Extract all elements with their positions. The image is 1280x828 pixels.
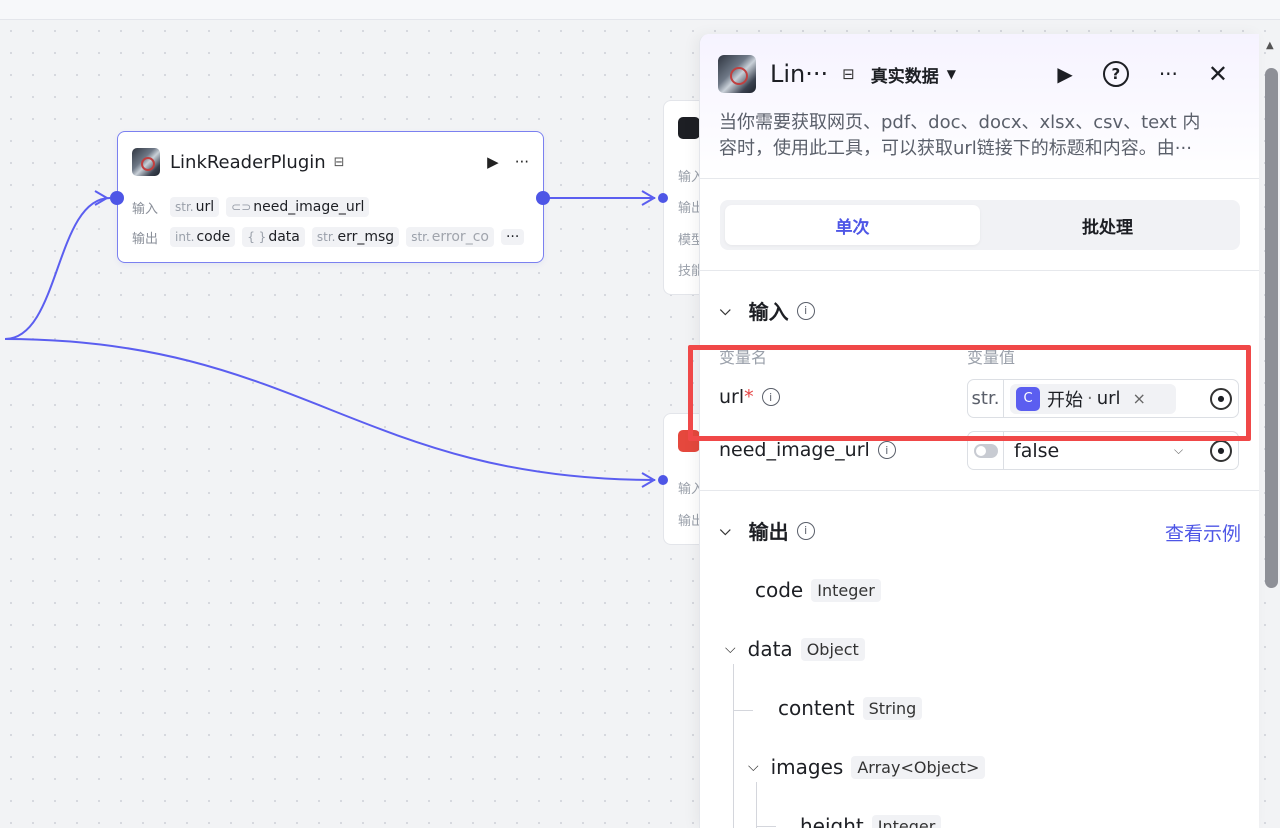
output-section-header[interactable]: ⌵ 输出 i [720, 516, 815, 545]
output-item: content String [778, 696, 923, 720]
output-tag-data: { } data [242, 227, 305, 247]
help-icon[interactable]: ? [1102, 61, 1129, 87]
variable-ref-icon[interactable]: ● [1210, 439, 1232, 462]
end-node-input-port[interactable] [658, 475, 668, 485]
input-section-header[interactable]: ⌵ 输入 i [720, 296, 815, 325]
field-need-image-url-label: need_image_url i [719, 439, 896, 461]
node-output-label: 输出 [132, 231, 159, 247]
info-icon: i [796, 301, 815, 320]
llm-node-input-port[interactable] [658, 193, 668, 203]
scroll-up-icon[interactable]: ▲ [1266, 40, 1274, 51]
chevron-down-icon: ⌵ [1174, 443, 1184, 457]
node-input-label: 输入 [132, 201, 159, 217]
output-tag-error-code: str. error_co [406, 227, 494, 247]
store-icon: ⊟ [333, 154, 345, 170]
llm-node-icon [678, 117, 700, 139]
output-item: height Integer [800, 814, 942, 828]
chevron-down-icon: ⌵ [725, 641, 736, 657]
panel-title: Lin··· [770, 60, 829, 88]
plugin-icon [718, 55, 756, 93]
data-mode-dropdown[interactable]: 真实数据 ▼ [871, 62, 956, 87]
output-tag-code: int. code [170, 227, 236, 247]
plugin-output-port[interactable] [536, 191, 550, 205]
plugin-input-port[interactable] [110, 191, 124, 205]
more-outputs-button[interactable]: ··· [500, 229, 525, 245]
output-item: code Integer [755, 578, 881, 602]
select-value: false [1014, 439, 1060, 462]
info-icon: i [877, 441, 896, 459]
more-icon[interactable]: ··· [1159, 62, 1178, 86]
input-tag-need-image-url: ⊂⊃ need_image_url [226, 197, 370, 217]
run-mode-tabs: 单次 批处理 [720, 200, 1240, 250]
view-example-link[interactable]: 查看示例 [1165, 519, 1241, 546]
panel-scrollbar[interactable] [1265, 68, 1278, 588]
edge-plugin-arrow-head [94, 190, 109, 206]
chevron-down-icon: ⌵ [748, 759, 759, 775]
plugin-node[interactable]: LinkReaderPlugin ⊟ ▶ ··· 输入 str. url ⊂⊃ ne… [117, 131, 544, 263]
output-item[interactable]: ⌵ data Object [725, 637, 865, 661]
info-icon: i [796, 521, 815, 540]
tab-batch[interactable]: 批处理 [980, 205, 1235, 245]
run-icon[interactable]: ▶ [487, 153, 499, 171]
edge-start-to-plugin [4, 197, 111, 340]
close-icon[interactable]: ✕ [1208, 60, 1228, 88]
output-tag-err-msg: str. err_msg [311, 227, 400, 247]
highlight-box [688, 345, 1251, 441]
tab-single[interactable]: 单次 [725, 205, 980, 245]
more-icon[interactable]: ··· [515, 153, 529, 171]
chevron-down-icon: ⌵ [720, 302, 731, 319]
edge-start-to-bottom [4, 338, 656, 481]
input-tag-url: str. url [170, 197, 220, 217]
node-title: LinkReaderPlugin [170, 151, 326, 173]
caret-down-icon: ▼ [946, 67, 956, 81]
run-icon[interactable]: ▶ [1057, 62, 1072, 86]
plugin-description: 当你需要获取网页、pdf、doc、docx、xlsx、csv、text 内 容时… [719, 112, 1201, 159]
output-item[interactable]: ⌵ images Array<Object> [748, 755, 986, 779]
store-icon: ⊟ [842, 65, 855, 83]
plugin-icon [132, 148, 160, 176]
chevron-down-icon: ⌵ [720, 522, 731, 539]
toggle-icon: ⊂⊃ [231, 200, 252, 214]
